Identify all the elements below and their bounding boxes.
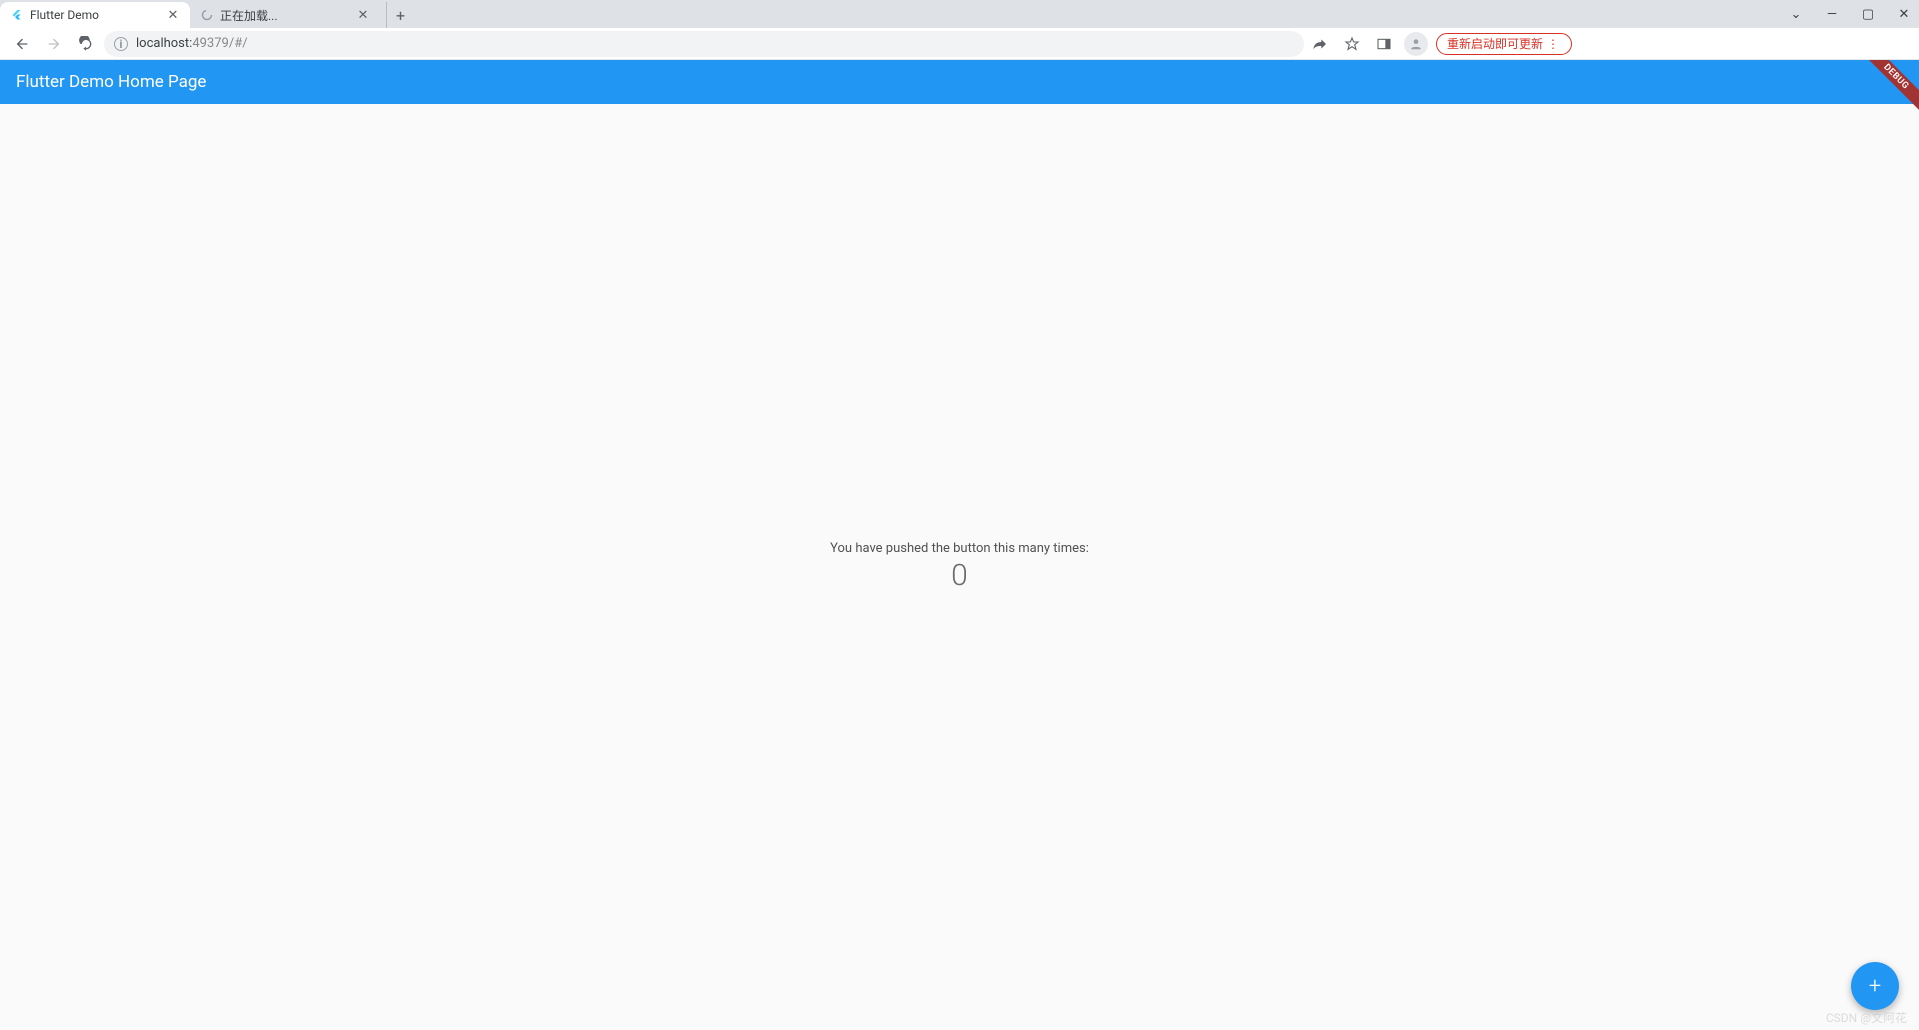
- appbar-title: Flutter Demo Home Page: [16, 72, 206, 92]
- url-path: 49379/#/: [192, 36, 247, 51]
- toolbar-actions: 重新启动即可更新 ⋮: [1308, 32, 1572, 56]
- side-panel-icon[interactable]: [1372, 32, 1396, 56]
- plus-icon: +: [1869, 974, 1881, 999]
- omnibox[interactable]: i localhost:49379/#/: [104, 31, 1304, 57]
- app-bar: Flutter Demo Home Page: [0, 60, 1919, 104]
- spinner-icon: [200, 8, 214, 22]
- flutter-icon: [10, 8, 24, 22]
- kebab-menu-icon[interactable]: ⋮: [1547, 37, 1561, 51]
- tab-loading[interactable]: 正在加载... ✕: [190, 2, 380, 28]
- url-text: localhost:49379/#/: [136, 36, 248, 51]
- tab-strip: Flutter Demo ✕ 正在加载... ✕ + ⌄ — ▢ ✕: [0, 0, 1919, 28]
- url-host: localhost:: [136, 36, 192, 51]
- browser-chrome: Flutter Demo ✕ 正在加载... ✕ + ⌄ — ▢ ✕: [0, 0, 1919, 60]
- scaffold-body: You have pushed the button this many tim…: [0, 104, 1919, 1030]
- site-info-icon[interactable]: i: [114, 37, 128, 51]
- maximize-icon[interactable]: ▢: [1859, 7, 1877, 22]
- close-window-icon[interactable]: ✕: [1895, 7, 1913, 22]
- counter-value: 0: [830, 558, 1089, 593]
- forward-button[interactable]: [40, 30, 68, 58]
- tab-title: Flutter Demo: [30, 8, 160, 22]
- close-icon[interactable]: ✕: [166, 8, 180, 23]
- profile-avatar-icon[interactable]: [1404, 32, 1428, 56]
- address-bar-row: i localhost:49379/#/ 重新启动即可更新 ⋮: [0, 28, 1919, 60]
- minimize-icon[interactable]: —: [1823, 7, 1841, 22]
- update-label: 重新启动即可更新: [1447, 35, 1543, 52]
- new-tab-button[interactable]: +: [386, 2, 414, 28]
- back-button[interactable]: [8, 30, 36, 58]
- update-restart-button[interactable]: 重新启动即可更新 ⋮: [1436, 33, 1572, 55]
- window-controls: ⌄ — ▢ ✕: [1787, 0, 1913, 28]
- close-icon[interactable]: ✕: [356, 8, 370, 23]
- counter-message: You have pushed the button this many tim…: [830, 541, 1089, 556]
- share-icon[interactable]: [1308, 32, 1332, 56]
- tab-flutter-demo[interactable]: Flutter Demo ✕: [0, 2, 190, 28]
- counter-block: You have pushed the button this many tim…: [830, 541, 1089, 593]
- watermark-text: CSDN @文阿花: [1826, 1009, 1907, 1026]
- increment-fab[interactable]: +: [1851, 962, 1899, 1010]
- flutter-viewport: Flutter Demo Home Page DEBUG You have pu…: [0, 60, 1919, 1030]
- reload-button[interactable]: [72, 30, 100, 58]
- bookmark-star-icon[interactable]: [1340, 32, 1364, 56]
- tab-title: 正在加载...: [220, 7, 350, 24]
- chevron-down-icon[interactable]: ⌄: [1787, 7, 1805, 22]
